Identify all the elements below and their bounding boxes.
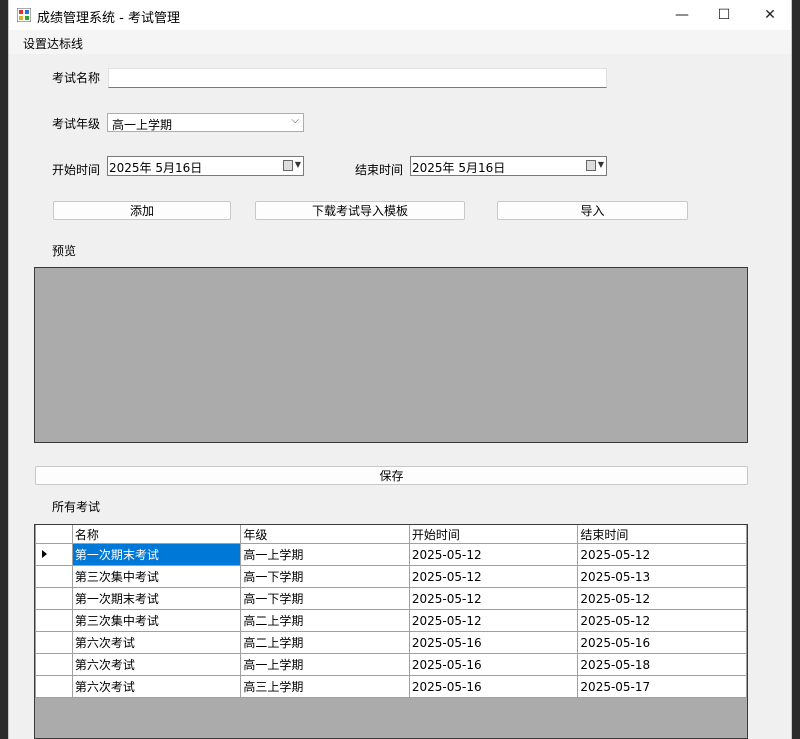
- preview-grid[interactable]: [34, 267, 748, 443]
- start-date-value: 2025年 5月16日: [109, 161, 203, 175]
- table-cell[interactable]: 第六次考试: [71, 675, 242, 698]
- row-header[interactable]: [35, 675, 73, 698]
- grade-select-value: 高一上学期: [112, 118, 173, 132]
- exams-grid[interactable]: 名称 年级 开始时间 结束时间 第一次期末考试 高一上学期 2025-05-12…: [34, 524, 748, 739]
- preview-label: 预览: [52, 244, 77, 258]
- chevron-down-icon: ⌵: [291, 115, 299, 126]
- import-button[interactable]: 导入: [497, 201, 688, 220]
- table-cell[interactable]: 第六次考试: [71, 631, 242, 654]
- table-cell[interactable]: 2025-05-12: [577, 609, 747, 632]
- title-bar[interactable]: 成绩管理系统 - 考试管理 — ☐ ✕: [9, 0, 791, 30]
- column-header-name[interactable]: 名称: [71, 525, 242, 544]
- table-cell[interactable]: 2025-05-12: [577, 543, 747, 566]
- table-cell[interactable]: 2025-05-16: [408, 675, 579, 698]
- table-cell[interactable]: 高二上学期: [240, 631, 410, 654]
- window-title: 成绩管理系统 - 考试管理: [37, 11, 180, 26]
- table-cell[interactable]: 2025-05-16: [577, 631, 747, 654]
- table-cell[interactable]: 高一下学期: [240, 587, 410, 610]
- close-button[interactable]: ✕: [747, 0, 793, 30]
- start-time-label: 开始时间: [52, 163, 101, 177]
- table-cell[interactable]: 2025-05-13: [577, 565, 747, 588]
- background-right: [790, 0, 800, 739]
- table-cell[interactable]: 高一上学期: [240, 653, 410, 676]
- row-header[interactable]: [35, 587, 73, 610]
- add-button[interactable]: 添加: [53, 201, 231, 220]
- table-cell[interactable]: 2025-05-12: [408, 609, 579, 632]
- table-cell[interactable]: 2025-05-16: [408, 653, 579, 676]
- grade-label: 考试年级: [52, 117, 101, 131]
- row-header[interactable]: [35, 609, 73, 632]
- grade-select[interactable]: 高一上学期 ⌵: [107, 113, 304, 132]
- row-header[interactable]: [35, 543, 73, 566]
- table-row[interactable]: 第六次考试 高三上学期 2025-05-16 2025-05-17: [35, 675, 747, 698]
- download-template-button[interactable]: 下载考试导入模板: [255, 201, 465, 220]
- table-header-row: 名称 年级 开始时间 结束时间: [35, 525, 747, 544]
- background-left: [0, 0, 9, 739]
- table-cell[interactable]: 第三次集中考试: [71, 565, 242, 588]
- row-header[interactable]: [35, 653, 73, 676]
- table-cell[interactable]: 高一下学期: [240, 565, 410, 588]
- table-cell[interactable]: 第三次集中考试: [71, 609, 242, 632]
- minimize-button[interactable]: —: [659, 0, 705, 30]
- maximize-button[interactable]: ☐: [701, 0, 747, 30]
- exam-management-window: 成绩管理系统 - 考试管理 — ☐ ✕ 设置达标线 考试名称 考试年级 高一上学…: [9, 0, 791, 739]
- end-date-picker[interactable]: 2025年 5月16日 ▼: [410, 156, 607, 176]
- end-time-label: 结束时间: [355, 163, 404, 177]
- calendar-icon: [586, 160, 596, 171]
- table-row[interactable]: 第三次集中考试 高一下学期 2025-05-12 2025-05-13: [35, 565, 747, 588]
- table-cell[interactable]: 高三上学期: [240, 675, 410, 698]
- table-cell[interactable]: 2025-05-17: [577, 675, 747, 698]
- start-date-picker[interactable]: 2025年 5月16日 ▼: [107, 156, 304, 176]
- corner-header: [35, 525, 73, 544]
- app-icon: [17, 8, 31, 22]
- all-exams-label: 所有考试: [52, 500, 101, 514]
- table-cell[interactable]: 2025-05-12: [408, 543, 579, 566]
- table-cell[interactable]: 第六次考试: [71, 653, 242, 676]
- exams-table: 名称 年级 开始时间 结束时间 第一次期末考试 高一上学期 2025-05-12…: [35, 525, 747, 698]
- table-cell[interactable]: 2025-05-18: [577, 653, 747, 676]
- column-header-end[interactable]: 结束时间: [577, 525, 747, 544]
- dropdown-arrow-icon: ▼: [597, 160, 604, 169]
- table-cell[interactable]: 2025-05-16: [408, 631, 579, 654]
- table-cell[interactable]: 高二上学期: [240, 609, 410, 632]
- table-row[interactable]: 第六次考试 高二上学期 2025-05-16 2025-05-16: [35, 631, 747, 654]
- calendar-icon: [283, 160, 293, 171]
- end-date-value: 2025年 5月16日: [412, 161, 506, 175]
- exam-name-input[interactable]: [108, 68, 607, 88]
- column-header-grade[interactable]: 年级: [240, 525, 410, 544]
- table-cell[interactable]: 2025-05-12: [408, 587, 579, 610]
- table-cell[interactable]: 第一次期末考试: [71, 543, 242, 566]
- save-button[interactable]: 保存: [35, 466, 748, 485]
- table-cell[interactable]: 第一次期末考试: [71, 587, 242, 610]
- row-header[interactable]: [35, 565, 73, 588]
- table-row[interactable]: 第一次期末考试 高一下学期 2025-05-12 2025-05-12: [35, 587, 747, 610]
- column-header-start[interactable]: 开始时间: [408, 525, 579, 544]
- menu-set-threshold[interactable]: 设置达标线: [23, 35, 83, 52]
- menu-bar: 设置达标线: [9, 30, 791, 54]
- row-header[interactable]: [35, 631, 73, 654]
- table-row[interactable]: 第三次集中考试 高二上学期 2025-05-12 2025-05-12: [35, 609, 747, 632]
- table-row[interactable]: 第一次期末考试 高一上学期 2025-05-12 2025-05-12: [35, 543, 747, 566]
- table-row[interactable]: 第六次考试 高一上学期 2025-05-16 2025-05-18: [35, 653, 747, 676]
- table-cell[interactable]: 2025-05-12: [408, 565, 579, 588]
- table-cell[interactable]: 高一上学期: [240, 543, 410, 566]
- current-row-icon: [42, 550, 47, 558]
- exam-name-label: 考试名称: [52, 71, 101, 85]
- table-cell[interactable]: 2025-05-12: [577, 587, 747, 610]
- dropdown-arrow-icon: ▼: [294, 160, 301, 169]
